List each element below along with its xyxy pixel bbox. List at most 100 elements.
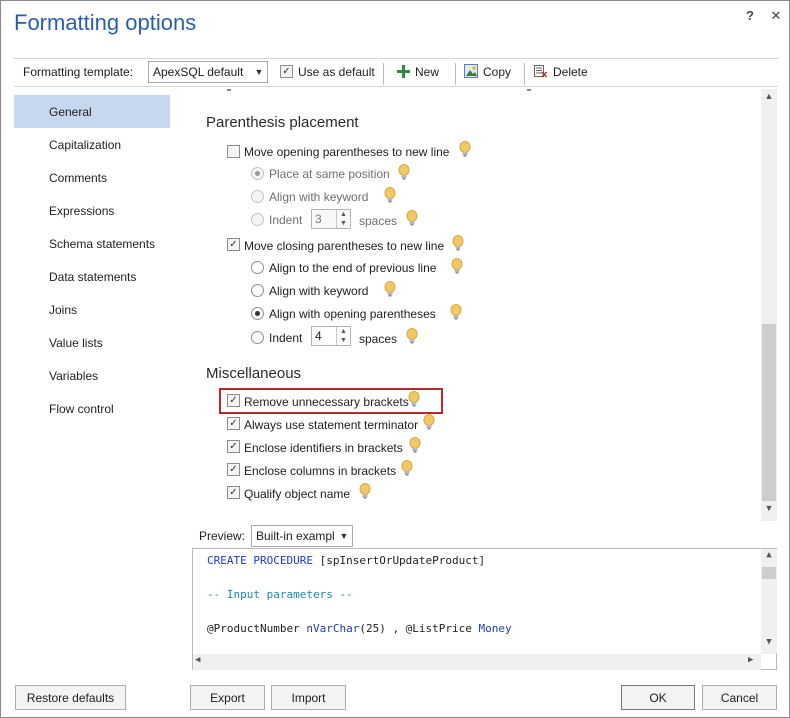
lightbulb-tip-icon[interactable] <box>409 437 421 453</box>
lightbulb-tip-icon[interactable] <box>450 304 462 320</box>
scroll-down-icon[interactable]: ▼ <box>761 503 777 519</box>
sql-preview-editor[interactable]: CREATE PROCEDURE [spInsertOrUpdateProduc… <box>192 548 777 670</box>
copy-label: Copy <box>483 65 512 79</box>
move-closing-new-line-checkbox[interactable]: ✓ <box>227 238 240 251</box>
move-closing-new-line-label: Move closing parentheses to new line <box>244 239 445 253</box>
delete-label: Delete <box>553 65 588 79</box>
closing-end-prev-line-label: Align to the end of previous line <box>269 261 437 275</box>
lightbulb-tip-icon[interactable] <box>459 141 471 157</box>
enclose-columns-label: Enclose columns in brackets <box>244 464 397 478</box>
sidebar-item-capitalization[interactable]: Capitalization <box>14 128 170 161</box>
copy-button[interactable]: Copy <box>464 63 516 83</box>
options-scrollbar[interactable]: ▲ ▼ <box>761 89 777 521</box>
lightbulb-tip-icon[interactable] <box>406 328 418 344</box>
help-button[interactable]: ? <box>742 8 758 26</box>
scrollbar-thumb[interactable] <box>762 324 776 501</box>
highlight-box <box>219 388 443 414</box>
closing-indent-spinner[interactable]: 4 ▲ ▼ <box>311 326 351 346</box>
lightbulb-tip-icon[interactable] <box>451 258 463 274</box>
closing-align-keyword-label: Align with keyword <box>269 284 369 298</box>
opening-indent-radio[interactable] <box>251 213 264 226</box>
preview-select[interactable]: Built-in exampl ▼ <box>251 525 353 547</box>
plus-icon <box>397 65 410 78</box>
options-panel: Parenthesis placement Move opening paren… <box>191 89 761 519</box>
new-button[interactable]: New <box>397 63 443 83</box>
scroll-left-icon[interactable]: ◀ <box>195 655 200 665</box>
lightbulb-tip-icon[interactable] <box>406 210 418 226</box>
ok-button[interactable]: OK <box>621 685 695 710</box>
opening-align-keyword-radio[interactable] <box>251 190 264 203</box>
dialog-title: Formatting options <box>14 10 197 35</box>
close-button[interactable]: ✕ <box>768 8 784 26</box>
statement-terminator-checkbox[interactable]: ✓ <box>227 417 240 430</box>
chevron-down-icon: ▼ <box>254 67 264 77</box>
enclose-identifiers-checkbox[interactable]: ✓ <box>227 440 240 453</box>
template-select[interactable]: ApexSQL default ▼ <box>148 61 268 83</box>
toolbar-divider <box>524 63 525 85</box>
sidebar-item-value-lists[interactable]: Value lists <box>14 326 170 359</box>
sidebar-item-variables[interactable]: Variables <box>14 359 170 392</box>
formatting-options-dialog: Formatting options ? ✕ Formatting templa… <box>0 0 790 718</box>
misc-section-title: Miscellaneous <box>206 365 302 382</box>
preview-vertical-scrollbar[interactable]: ▲ ▼ <box>761 549 777 654</box>
scroll-up-icon[interactable]: ▲ <box>761 91 777 107</box>
opening-indent-spinner[interactable]: 3 ▲ ▼ <box>311 209 351 229</box>
closing-align-opening-label: Align with opening parentheses <box>269 307 436 321</box>
statement-terminator-label: Always use statement terminator <box>244 418 419 432</box>
closing-indent-label: Indent <box>269 331 303 345</box>
image-copy-icon <box>464 64 478 78</box>
code-comment: -- Input parameters -- <box>207 588 353 601</box>
use-as-default-checkbox[interactable]: ✓ <box>280 65 293 78</box>
spinner-arrows-icon[interactable]: ▲ ▼ <box>336 210 350 228</box>
opening-same-position-radio[interactable] <box>251 167 264 180</box>
lightbulb-tip-icon[interactable] <box>384 187 396 203</box>
code-type: Money <box>478 622 512 635</box>
clipped-option-row-fragment <box>227 89 531 91</box>
move-opening-new-line-checkbox[interactable] <box>227 145 240 158</box>
sidebar-item-data-statements[interactable]: Data statements <box>14 260 170 293</box>
preview-select-value: Built-in exampl <box>256 529 335 543</box>
closing-align-keyword-radio[interactable] <box>251 284 264 297</box>
code-type: nVarChar <box>306 622 360 635</box>
sidebar-item-general[interactable]: General <box>14 95 170 128</box>
toolbar-divider <box>455 63 456 85</box>
sidebar-item-joins[interactable]: Joins <box>14 293 170 326</box>
sidebar-item-flow-control[interactable]: Flow control <box>14 392 170 425</box>
qualify-object-name-checkbox[interactable]: ✓ <box>227 486 240 499</box>
lightbulb-tip-icon[interactable] <box>452 235 464 251</box>
scroll-up-icon[interactable]: ▲ <box>761 550 777 566</box>
sidebar-item-expressions[interactable]: Expressions <box>14 194 170 227</box>
scroll-down-icon[interactable]: ▼ <box>761 637 777 653</box>
lightbulb-tip-icon[interactable] <box>423 414 435 430</box>
cancel-button[interactable]: Cancel <box>702 685 777 710</box>
closing-end-prev-line-radio[interactable] <box>251 261 264 274</box>
lightbulb-tip-icon[interactable] <box>359 483 371 499</box>
opening-indent-unit: spaces <box>359 214 398 228</box>
restore-defaults-button[interactable]: Restore defaults <box>15 685 126 710</box>
spinner-arrows-icon[interactable]: ▲ ▼ <box>336 327 350 345</box>
preview-horizontal-scrollbar[interactable]: ◀ ▶ <box>193 654 761 670</box>
template-label: Formatting template: <box>23 65 134 79</box>
template-select-value: ApexSQL default <box>153 65 244 79</box>
closing-indent-unit: spaces <box>359 332 398 346</box>
scrollbar-thumb[interactable] <box>762 567 776 579</box>
scroll-right-icon[interactable]: ▶ <box>748 655 753 665</box>
code-line: @ProductNumber nVarChar(25) , @ListPrice… <box>207 622 512 635</box>
lightbulb-tip-icon[interactable] <box>384 281 396 297</box>
lightbulb-tip-icon[interactable] <box>398 164 410 180</box>
sidebar-item-schema-statements[interactable]: Schema statements <box>14 227 170 260</box>
template-toolbar: Formatting template: ApexSQL default ▼ ✓… <box>14 58 778 87</box>
closing-align-opening-radio[interactable] <box>251 307 264 320</box>
enclose-columns-checkbox[interactable]: ✓ <box>227 463 240 476</box>
delete-button[interactable]: Delete <box>533 63 589 83</box>
enclose-identifiers-label: Enclose identifiers in brackets <box>244 441 403 455</box>
export-button[interactable]: Export <box>190 685 265 710</box>
import-button[interactable]: Import <box>271 685 346 710</box>
closing-indent-radio[interactable] <box>251 331 264 344</box>
lightbulb-tip-icon[interactable] <box>401 460 413 476</box>
move-opening-new-line-label: Move opening parentheses to new line <box>244 145 450 159</box>
code-line: CREATE PROCEDURE [spInsertOrUpdateProduc… <box>207 554 485 567</box>
sidebar-item-comments[interactable]: Comments <box>14 161 170 194</box>
code-text: @ProductNumber <box>207 622 307 635</box>
opening-indent-value: 3 <box>315 212 322 226</box>
